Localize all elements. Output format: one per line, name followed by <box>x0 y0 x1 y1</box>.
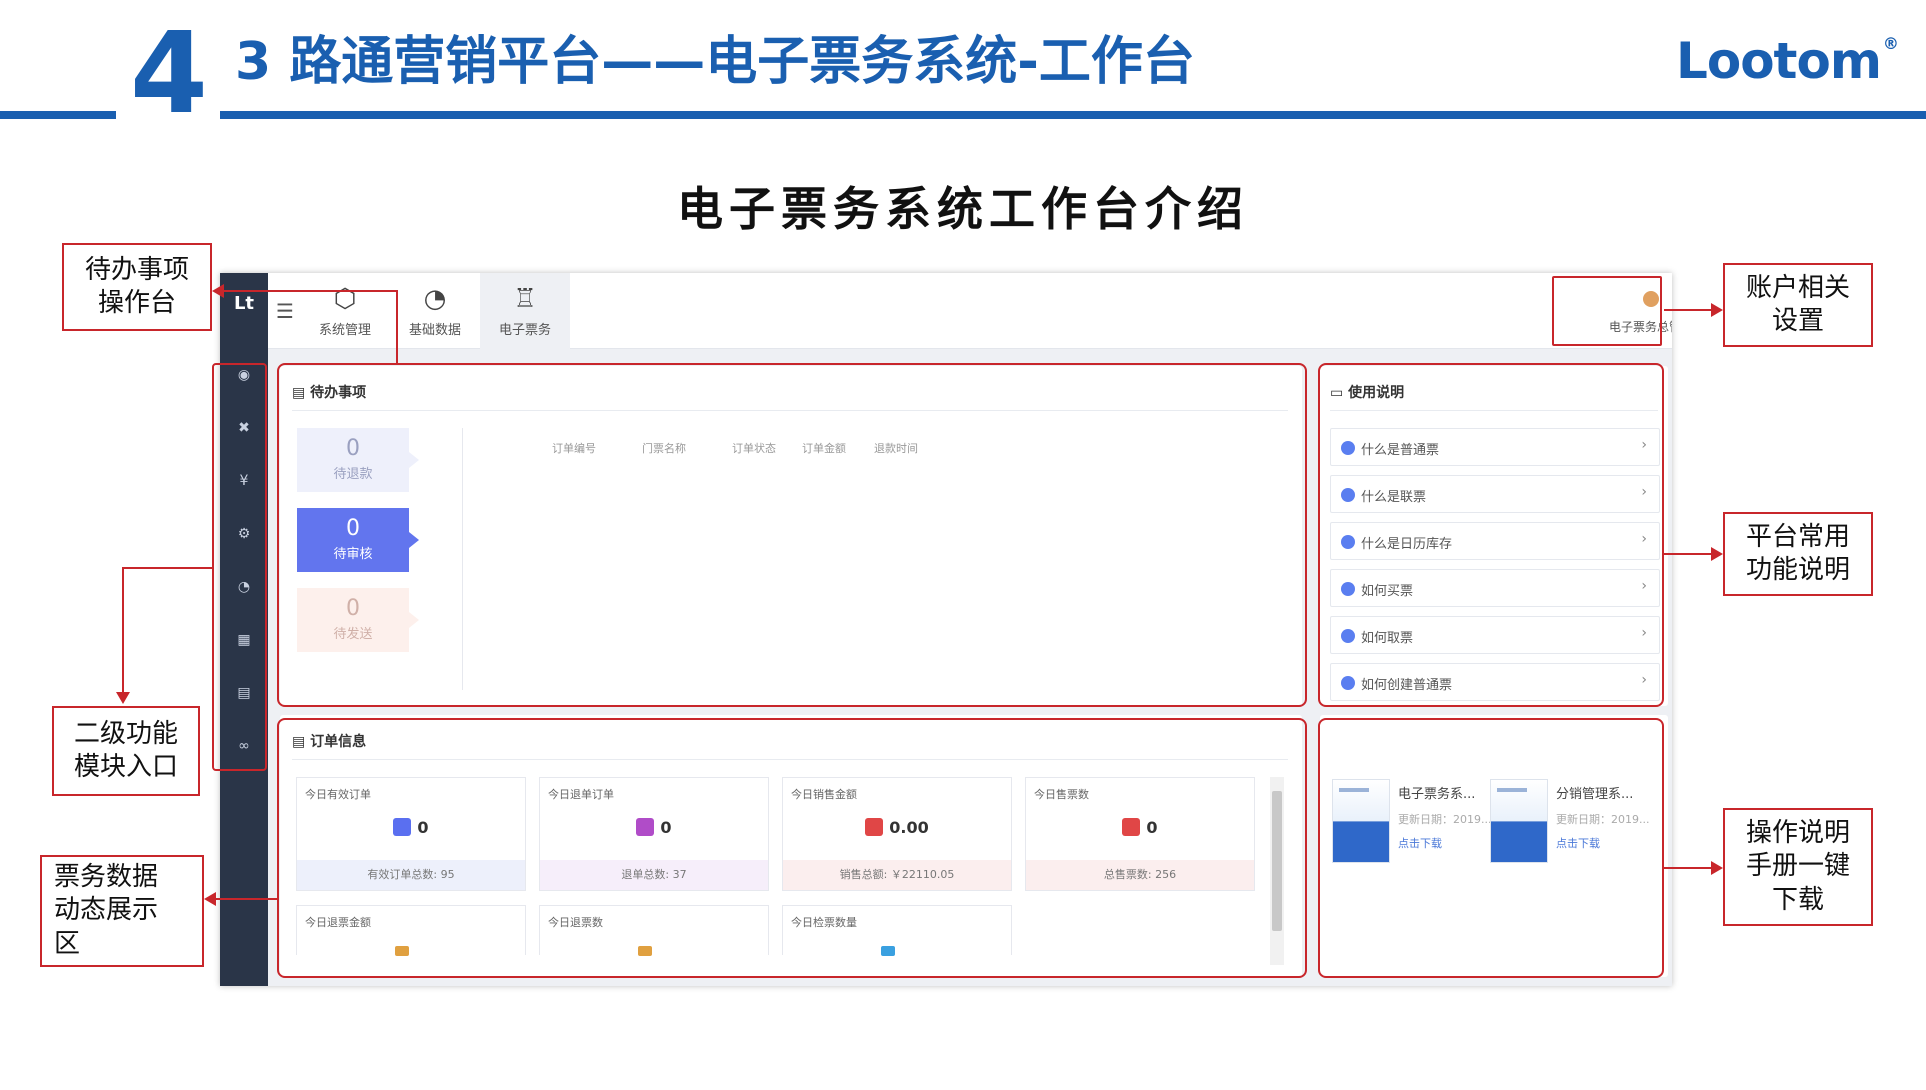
chapter-number: 4 <box>130 9 208 139</box>
arrow-head <box>204 892 216 906</box>
callout-line: 手册一键 <box>1745 851 1850 882</box>
callout-line: 账户相关 <box>1745 272 1850 303</box>
callout-line: 功能说明 <box>1745 555 1850 585</box>
connector-line <box>1664 309 1712 311</box>
connector-line <box>1664 553 1712 555</box>
callout-line: 模块入口 <box>73 752 178 782</box>
callout-data: 票务数据 动态展示区 <box>40 855 204 967</box>
slide-subtitle: 电子票务系统工作台介绍 <box>677 182 1249 236</box>
callout-line: 区 <box>54 928 81 959</box>
highlight-orders <box>277 718 1307 978</box>
highlight-help <box>1318 363 1664 707</box>
callout-submodule: 二级功能 模块入口 <box>52 706 200 796</box>
callout-account: 账户相关 设置 <box>1723 263 1873 347</box>
arrow-head <box>1711 547 1723 561</box>
callout-todo: 待办事项 操作台 <box>62 243 212 331</box>
callout-line: 二级功能 <box>73 718 178 749</box>
callout-line: 平台常用 <box>1745 521 1850 552</box>
registered-mark: ® <box>1882 34 1899 53</box>
topnav-label: 电子票务 <box>498 323 551 338</box>
app-logo: Lt <box>233 293 255 314</box>
arrow-head <box>1711 861 1723 875</box>
highlight-downloads <box>1318 718 1664 978</box>
callout-line: 操作说明 <box>1745 818 1850 849</box>
pie-icon: ◔ <box>423 284 447 314</box>
arrow-head <box>1711 303 1723 317</box>
topnav-basic-data[interactable]: ◔ 基础数据 <box>390 273 480 349</box>
highlight-todo <box>277 363 1307 707</box>
connector-line <box>122 567 124 693</box>
callout-line: 操作台 <box>97 288 176 318</box>
brand-logo: Lootom ® <box>1676 34 1899 87</box>
callout-line: 待办事项 <box>84 254 189 285</box>
brand-name: Lootom <box>1676 32 1882 90</box>
topnav-label: 系统管理 <box>318 323 371 338</box>
header-rule-left <box>0 111 116 119</box>
topnav-label: 基础数据 <box>408 323 461 338</box>
app-topbar: ☰ ⬡ 系统管理 ◔ 基础数据 ♖ 电子票务 电子票务总管理 <box>268 273 1672 349</box>
connector-line <box>396 290 398 364</box>
topnav-system[interactable]: ⬡ 系统管理 <box>300 273 390 349</box>
callout-line: 设置 <box>1771 306 1824 336</box>
callout-line: 动态展示 <box>54 895 159 926</box>
connector-line <box>122 567 214 569</box>
arrow-head <box>116 692 130 704</box>
highlight-sidebar <box>212 363 267 771</box>
callout-line: 下载 <box>1771 884 1824 915</box>
connector-line <box>222 290 398 292</box>
connector-line <box>1664 867 1712 869</box>
connector-line <box>216 898 278 900</box>
header-rule-right <box>220 111 1926 119</box>
menu-toggle-icon[interactable]: ☰ <box>276 299 294 323</box>
callout-manual: 操作说明 手册一键 下载 <box>1723 808 1873 926</box>
highlight-account <box>1552 276 1662 346</box>
callout-functions: 平台常用 功能说明 <box>1723 512 1873 596</box>
callout-line: 票务数据 <box>54 862 159 893</box>
ticket-icon: ♖ <box>513 284 537 314</box>
arrow-head <box>212 284 224 298</box>
topnav-e-ticket[interactable]: ♖ 电子票务 <box>480 273 570 349</box>
slide-title: 3 路通营销平台——电子票务系统-工作台 <box>235 32 1195 92</box>
